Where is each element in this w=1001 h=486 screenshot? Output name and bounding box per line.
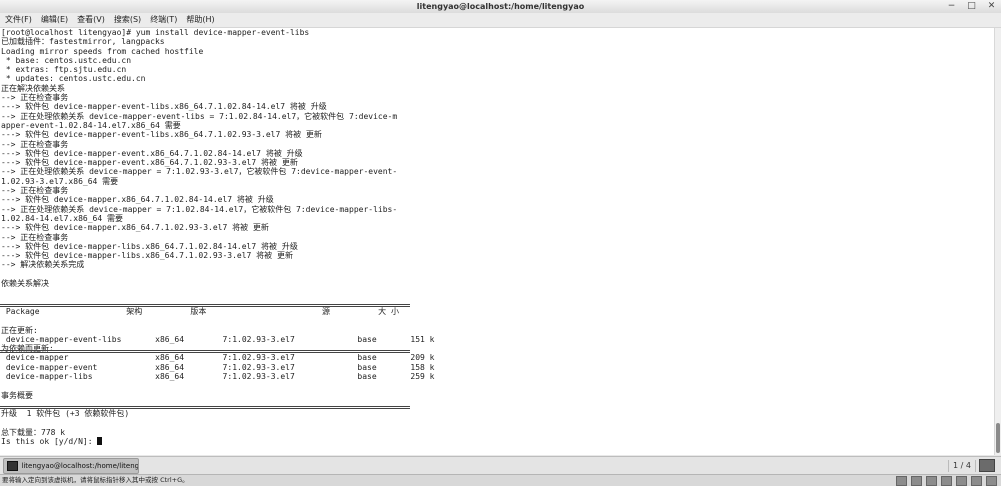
- terminal-line: --> 解决依赖关系完成: [1, 260, 85, 270]
- terminal-line: ---> 软件包 device-mapper-event-libs.x86_64…: [1, 102, 327, 112]
- terminal-line: ---> 软件包 device-mapper-event-libs.x86_64…: [1, 130, 322, 140]
- terminal-line: [root@localhost litengyao]# yum install …: [1, 28, 310, 37]
- terminal-line: --> 正在处理依赖关系 device-mapper-event-libs = …: [1, 111, 398, 121]
- terminal-prompt: Is this ok [y/d/N]:: [1, 437, 98, 447]
- terminal-line: 已加载插件：fastestmirror, langpacks: [1, 37, 165, 47]
- menu-view[interactable]: 查看(V): [72, 13, 109, 27]
- terminal-line: * base: centos.ustc.edu.cn: [1, 55, 132, 65]
- minimize-icon[interactable]: −: [946, 1, 957, 12]
- text-cursor: [97, 437, 103, 446]
- close-icon[interactable]: ✕: [986, 1, 997, 12]
- terminal-icon: [7, 461, 19, 471]
- terminal-line: --> 正在检查事务: [1, 139, 69, 149]
- window-titlebar[interactable]: litengyao@localhost:/home/litengyao − □ …: [0, 0, 1001, 14]
- window-title: litengyao@localhost:/home/litengyao: [416, 2, 585, 11]
- terminal-line: 事务概要: [1, 390, 33, 400]
- terminal-line: Package 架构 版本 源 大 小: [1, 306, 399, 316]
- terminal-prompt-line[interactable]: Is this ok [y/d/N]:: [1, 437, 434, 446]
- terminal-line: 1.02.93-3.el7.x86_64 需要: [1, 176, 119, 186]
- terminal-line: * updates: centos.ustc.edu.cn: [1, 74, 146, 84]
- vm-status-bar: 要将输入定向到该虚拟机，请将鼠标指针移入其中或按 Ctrl+G。: [0, 474, 1001, 486]
- terminal-line: --> 正在处理依赖关系 device-mapper = 7:1.02.93-3…: [1, 167, 398, 177]
- workspace-pager[interactable]: 1 / 4: [948, 459, 995, 472]
- terminal-line: ---> 软件包 device-mapper.x86_64.7.1.02.93-…: [1, 223, 269, 233]
- terminal-scrollbar[interactable]: [994, 28, 1001, 455]
- menu-file[interactable]: 文件(F): [0, 13, 36, 27]
- menu-search[interactable]: 搜索(S): [109, 13, 145, 27]
- menu-terminal[interactable]: 终端(T): [145, 13, 181, 27]
- terminal-line: device-mapper-event x86_64 7:1.02.93-3.e…: [1, 362, 435, 372]
- terminal-line: Loading mirror speeds from cached hostfi…: [1, 46, 204, 56]
- terminal-line: device-mapper x86_64 7:1.02.93-3.el7 bas…: [1, 353, 435, 363]
- vm-input-hint: 要将输入定向到该虚拟机，请将鼠标指针移入其中或按 Ctrl+G。: [2, 476, 189, 484]
- terminal-line: 正在解决依赖关系: [1, 83, 65, 93]
- terminal-line: device-mapper-event-libs x86_64 7:1.02.9…: [1, 334, 435, 344]
- terminal-line: 升级 1 软件包 (+3 依赖软件包): [1, 409, 130, 419]
- table-bottom-divider: [0, 406, 410, 409]
- table-top-divider: [0, 304, 410, 307]
- terminal-output: [root@localhost litengyao]# yum install …: [1, 28, 434, 446]
- terminal-line: ---> 软件包 device-mapper-event.x86_64.7.1.…: [1, 148, 303, 158]
- terminal-line: --> 正在处理依赖关系 device-mapper = 7:1.02.84-1…: [1, 204, 398, 214]
- menu-help[interactable]: 帮助(H): [181, 13, 218, 27]
- terminal-line: * extras: ftp.sjtu.edu.cn: [1, 65, 127, 75]
- workspace-switcher-icon[interactable]: [979, 459, 995, 472]
- terminal-line: ---> 软件包 device-mapper.x86_64.7.1.02.84-…: [1, 195, 274, 205]
- taskbar-item-terminal[interactable]: litengyao@localhost:/home/liteng...: [3, 458, 139, 474]
- terminal-line: ---> 软件包 device-mapper-libs.x86_64.7.1.0…: [1, 241, 298, 251]
- menu-bar: 文件(F) 编辑(E) 查看(V) 搜索(S) 终端(T) 帮助(H): [0, 13, 1001, 28]
- maximize-icon[interactable]: □: [966, 1, 977, 12]
- taskbar: litengyao@localhost:/home/liteng... 1 / …: [0, 456, 1001, 474]
- terminal-line: 正在更新:: [1, 325, 38, 335]
- terminal-line: apper-event-1.02.84-14.el7.x86_64 需要: [1, 120, 181, 130]
- workspace-indicator[interactable]: 1 / 4: [948, 459, 976, 472]
- terminal-line: 依赖关系解决: [1, 279, 49, 289]
- terminal-line: --> 正在检查事务: [1, 232, 69, 242]
- terminal-line: device-mapper-libs x86_64 7:1.02.93-3.el…: [1, 371, 435, 381]
- scrollbar-thumb[interactable]: [996, 423, 1000, 453]
- terminal-area[interactable]: [root@localhost litengyao]# yum install …: [0, 28, 995, 455]
- terminal-line: 1.02.84-14.el7.x86_64 需要: [1, 213, 123, 223]
- terminal-line: --> 正在检查事务: [1, 186, 69, 196]
- menu-edit[interactable]: 编辑(E): [36, 13, 72, 27]
- table-header-divider: [0, 350, 410, 353]
- taskbar-item-label: litengyao@localhost:/home/liteng...: [21, 462, 138, 470]
- terminal-line: --> 正在检查事务: [1, 93, 69, 103]
- terminal-line: 总下载量：778 k: [1, 427, 66, 437]
